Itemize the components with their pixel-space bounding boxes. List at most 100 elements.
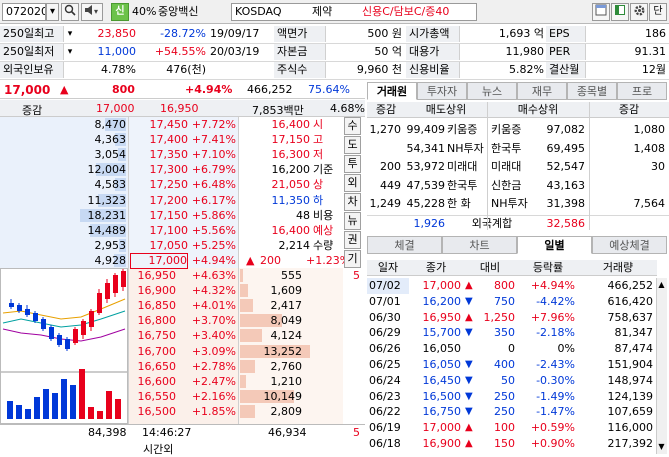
- ask-price[interactable]: 17,400: [130, 132, 189, 148]
- daily-tab[interactable]: 일별: [517, 236, 592, 254]
- info-dropdown-icon[interactable]: ▾: [64, 26, 76, 42]
- bid-price[interactable]: 16,600: [130, 374, 177, 390]
- broker-column-header: 매수상위: [487, 102, 589, 118]
- scroll-down-icon[interactable]: ▼: [657, 442, 666, 452]
- stock-code-input[interactable]: 072020: [2, 3, 46, 21]
- single-view-button[interactable]: 단: [649, 3, 667, 21]
- sell-quantity: 53,972: [406, 160, 446, 173]
- daily-tab[interactable]: 체결: [367, 236, 442, 254]
- daily-date[interactable]: 06/23: [367, 389, 409, 405]
- sell-broker[interactable]: 한 화: [447, 196, 491, 212]
- buy-broker[interactable]: NH투자: [491, 196, 537, 212]
- buy-broker[interactable]: 신한금: [491, 178, 537, 194]
- ask-price[interactable]: 17,200: [130, 193, 189, 209]
- daily-date[interactable]: 06/29: [367, 325, 409, 341]
- side-tab-button[interactable]: 권: [344, 231, 361, 249]
- ask-rate: +6.79%: [191, 163, 236, 177]
- bid-price[interactable]: 16,750: [130, 328, 177, 344]
- broker-tab[interactable]: 재무: [517, 82, 567, 100]
- sell-broker[interactable]: 미래대: [447, 159, 491, 175]
- mini-chart[interactable]: [0, 268, 128, 424]
- side-tab-button[interactable]: 도: [344, 136, 361, 154]
- bid-rate: +2.16%: [191, 389, 236, 403]
- bid-price[interactable]: 16,950: [130, 268, 177, 284]
- bid-price[interactable]: 16,550: [130, 389, 177, 405]
- side-tab-button[interactable]: 기: [344, 250, 361, 268]
- candle-body: [89, 311, 94, 327]
- buy-broker[interactable]: 한국투: [491, 141, 537, 157]
- buy-broker[interactable]: 키움증: [491, 122, 537, 138]
- speaker-icon[interactable]: ▾: [81, 3, 103, 21]
- scrollbar[interactable]: [656, 278, 667, 454]
- buy-change: 1,408: [633, 141, 666, 155]
- daily-tab[interactable]: 차트: [442, 236, 517, 254]
- gear-icon[interactable]: [630, 3, 648, 21]
- svg-text:▾: ▾: [94, 7, 98, 16]
- side-tab-button[interactable]: 외: [344, 174, 361, 192]
- window-icon[interactable]: [592, 3, 610, 21]
- ask-price[interactable]: 17,250: [130, 177, 189, 193]
- broker-tab[interactable]: 프로: [617, 82, 667, 100]
- ask-price[interactable]: 17,350: [130, 147, 189, 163]
- header-bid-price: 16,950: [160, 102, 199, 115]
- scroll-up-icon[interactable]: ▲: [657, 280, 666, 290]
- search-icon[interactable]: [61, 3, 79, 21]
- daily-volume: 148,974: [607, 373, 654, 387]
- ask-price[interactable]: 17,450: [130, 117, 189, 133]
- broker-tab[interactable]: 종목별: [567, 82, 617, 100]
- side-tab-button[interactable]: 차: [344, 193, 361, 211]
- bid-price[interactable]: 16,500: [130, 404, 177, 420]
- daily-date[interactable]: 06/26: [367, 341, 409, 357]
- orderbook-footer: 84,398 14:46:27 46,934 5 시간외: [0, 424, 365, 456]
- daily-arrow-icon: [465, 341, 477, 357]
- info-dropdown-icon[interactable]: ▾: [64, 44, 76, 60]
- expect-change: 200: [260, 253, 281, 267]
- bid-price[interactable]: 16,900: [130, 283, 177, 299]
- daily-date[interactable]: 06/19: [367, 420, 409, 436]
- daily-date[interactable]: 06/25: [367, 357, 409, 373]
- side-tab-button[interactable]: 수: [344, 117, 361, 135]
- bid-price[interactable]: 16,650: [130, 359, 177, 375]
- side-tab-button[interactable]: 뉴: [344, 212, 361, 230]
- daily-volume: 116,000: [607, 421, 654, 435]
- buy-broker[interactable]: 미래대: [491, 159, 537, 175]
- side-tab-button[interactable]: 투: [344, 155, 361, 173]
- ask-price[interactable]: 17,100: [130, 223, 189, 239]
- code-dropdown-icon[interactable]: ▾: [46, 3, 59, 21]
- daily-arrow-icon: ▼: [465, 359, 473, 370]
- sell-broker[interactable]: 키움증: [447, 122, 491, 138]
- credit-badge[interactable]: 신: [111, 3, 129, 21]
- ask-price[interactable]: 17,150: [130, 208, 189, 224]
- daily-date[interactable]: 07/01: [367, 294, 409, 310]
- info-label: 외국인보유: [0, 62, 64, 78]
- ask-price[interactable]: 17,050: [130, 238, 189, 254]
- daily-date[interactable]: 06/30: [367, 310, 409, 326]
- sell-broker[interactable]: 한국투: [447, 178, 491, 194]
- bid-price[interactable]: 16,850: [130, 298, 177, 314]
- sell-broker[interactable]: NH투자: [447, 141, 491, 157]
- price-change-rate: +4.94%: [185, 83, 233, 96]
- broker-tab[interactable]: 뉴스: [467, 82, 517, 100]
- foreign-total-label: 외국계합: [471, 217, 513, 230]
- daily-rate: -2.43%: [536, 358, 575, 371]
- daily-date[interactable]: 06/22: [367, 404, 409, 420]
- bid-price[interactable]: 16,700: [130, 344, 177, 360]
- excel-icon[interactable]: [611, 3, 629, 21]
- daily-date[interactable]: 07/02: [367, 278, 409, 294]
- sell-quantity: 45,228: [406, 197, 446, 210]
- ask-price[interactable]: 17,000: [130, 252, 188, 269]
- daily-close: 17,000: [422, 279, 462, 292]
- daily-date[interactable]: 06/24: [367, 373, 409, 389]
- after-hours-label[interactable]: 시간외: [143, 441, 173, 457]
- daily-date[interactable]: 06/18: [367, 436, 409, 452]
- broker-tab[interactable]: 거래원: [367, 82, 417, 100]
- row-divider: [0, 79, 669, 80]
- info-date: 20/03/19: [210, 45, 260, 58]
- bid-price[interactable]: 16,800: [130, 313, 177, 329]
- daily-tab[interactable]: 예상체결: [592, 236, 667, 254]
- info-label: 결산월: [546, 62, 586, 78]
- volume-bar: [70, 385, 76, 419]
- info-value: 23,850: [97, 27, 137, 40]
- ask-price[interactable]: 17,300: [130, 162, 189, 178]
- broker-tab[interactable]: 투자자: [417, 82, 467, 100]
